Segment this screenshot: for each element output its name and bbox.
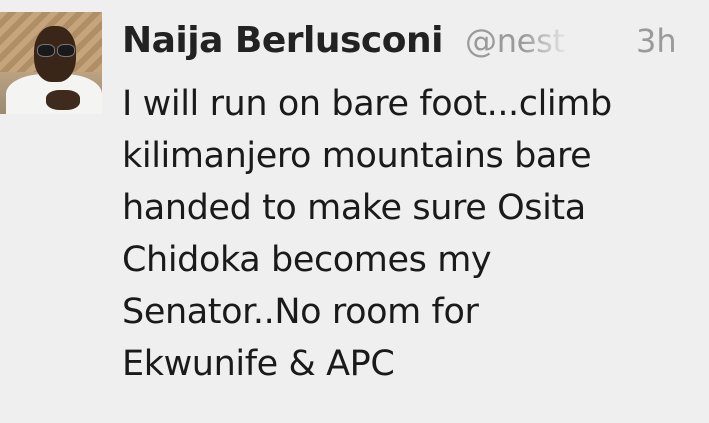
avatar-sunglasses	[37, 44, 75, 57]
tweet-text-line: Chidoka becomes my	[122, 240, 492, 280]
avatar[interactable]	[0, 12, 102, 114]
sunglasses-left-lens	[37, 44, 55, 57]
avatar-hand	[46, 90, 80, 110]
tweet-header: Naija Berlusconi @nest 3h	[122, 18, 697, 70]
tweet-timestamp[interactable]: 3h	[636, 22, 677, 60]
author-name[interactable]: Naija Berlusconi	[122, 20, 443, 61]
tweet-card[interactable]: Naija Berlusconi @nest 3h I will run on …	[0, 0, 709, 423]
tweet-text-line: Ekwunife & APC	[122, 344, 395, 384]
tweet-text-line: handed to make sure Osita	[122, 188, 586, 228]
tweet-text-line: Senator..No room for	[122, 292, 479, 332]
sunglasses-right-lens	[57, 44, 75, 57]
tweet-text-line: I will run on bare foot...climb	[122, 84, 612, 124]
tweet-text: I will run on bare foot...climb kilimanj…	[122, 78, 697, 390]
handle-fade	[522, 18, 572, 68]
tweet-text-line: kilimanjero mountains bare	[122, 136, 592, 176]
